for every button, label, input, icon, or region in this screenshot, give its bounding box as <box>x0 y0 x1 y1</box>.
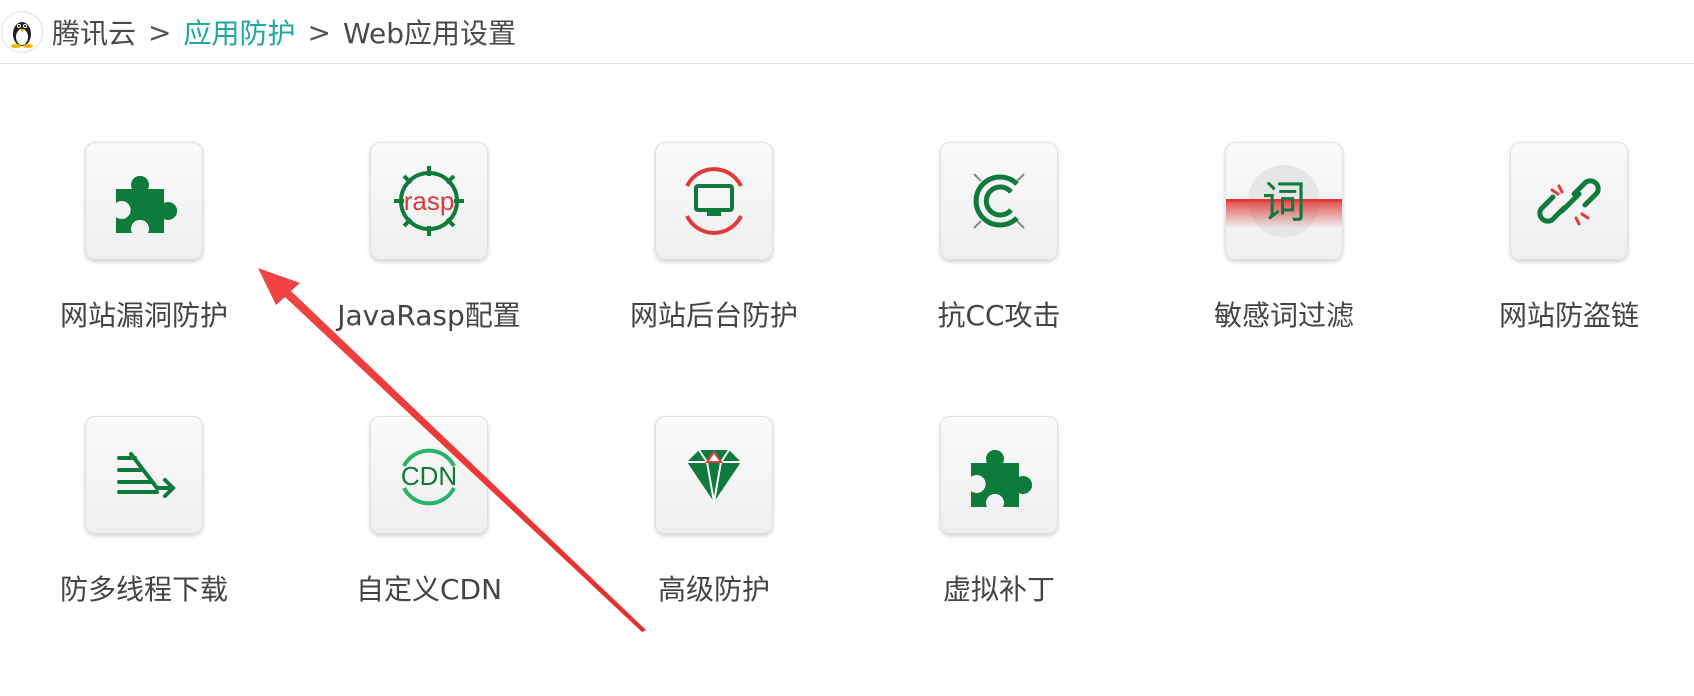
penguin-logo-icon <box>2 12 42 52</box>
tile-anti-cc-attack[interactable]: 抗CC攻击 <box>899 142 1099 334</box>
tile-label: 网站后台防护 <box>629 299 798 332</box>
diamond-icon <box>687 449 741 503</box>
cc-icon <box>973 173 1025 229</box>
header-divider <box>0 63 1694 64</box>
breadcrumb-separator: > <box>307 15 331 49</box>
breadcrumb-current: Web应用设置 <box>342 17 517 50</box>
tile-label: 高级防护 <box>657 573 770 606</box>
tile-website-vuln-protection[interactable]: 网站漏洞防护 <box>44 142 244 334</box>
rasp-gear-icon: rasp <box>394 166 464 236</box>
cdn-icon: CDN <box>401 448 457 506</box>
tile-custom-cdn[interactable]: CDN 自定义CDN <box>329 416 529 608</box>
tile-sensitive-word-filter[interactable]: 词 敏感词过滤 <box>1184 142 1384 334</box>
multi-thread-icon <box>117 452 176 498</box>
tile-javarasp-config[interactable]: rasp JavaRasp配置 <box>329 142 529 334</box>
cdn-text: CDN <box>401 461 457 491</box>
tile-anti-multithread-download[interactable]: 防多线程下载 <box>44 416 244 608</box>
tile-icon-box[interactable]: 词 <box>1225 142 1343 260</box>
tile-icon-box[interactable] <box>940 416 1058 534</box>
tile-label: 敏感词过滤 <box>1213 299 1354 332</box>
tile-icon-box[interactable]: rasp <box>370 142 488 260</box>
tile-anti-hotlink[interactable]: 网站防盗链 <box>1469 142 1669 334</box>
tile-label: JavaRasp配置 <box>337 299 521 332</box>
word-filter-icon: 词 <box>1226 165 1342 237</box>
tile-label: 防多线程下载 <box>59 573 228 606</box>
broken-link-icon <box>1537 178 1601 226</box>
breadcrumb-section-link[interactable]: 应用防护 <box>183 12 295 52</box>
web-app-settings-page: 腾讯云 > 应用防护 > Web应用设置 网站漏洞防护 rasp JavaRas… <box>0 0 1694 696</box>
rasp-text: rasp <box>404 186 455 216</box>
tile-admin-backend-protection[interactable]: 网站后台防护 <box>614 142 814 334</box>
puzzle-icon <box>116 175 178 233</box>
breadcrumb: 腾讯云 > 应用防护 > Web应用设置 <box>0 0 1694 64</box>
breadcrumb-root[interactable]: 腾讯云 <box>52 12 136 52</box>
breadcrumb-separator: > <box>148 15 172 49</box>
red-arrow-icon <box>258 268 646 632</box>
tile-advanced-protection[interactable]: 高级防护 <box>614 416 814 608</box>
tile-icon-box[interactable] <box>655 416 773 534</box>
patch-puzzle-icon <box>971 449 1033 507</box>
monitor-shield-icon <box>685 167 743 235</box>
tile-virtual-patch[interactable]: 虚拟补丁 <box>899 416 1099 608</box>
tile-icon-box[interactable] <box>1510 142 1628 260</box>
tile-label: 网站防盗链 <box>1498 299 1639 332</box>
tile-icon-box[interactable] <box>85 416 203 534</box>
tile-icon-box[interactable]: CDN <box>370 416 488 534</box>
tile-label: 抗CC攻击 <box>937 299 1061 332</box>
tile-icon-box[interactable] <box>655 142 773 260</box>
tile-label: 虚拟补丁 <box>942 573 1055 606</box>
word-text: 词 <box>1262 177 1306 228</box>
tile-label: 自定义CDN <box>355 573 503 606</box>
tile-icon-box[interactable] <box>940 142 1058 260</box>
tile-icon-box[interactable] <box>85 142 203 260</box>
tile-label: 网站漏洞防护 <box>59 299 228 332</box>
